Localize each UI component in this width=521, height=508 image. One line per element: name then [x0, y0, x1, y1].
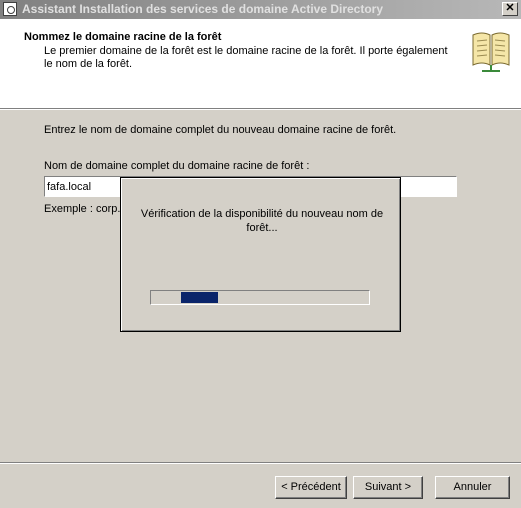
progress-bar — [150, 290, 370, 305]
domain-field-label: Nom de domaine complet du domaine racine… — [44, 160, 310, 172]
progress-message: Vérification de la disponibilité du nouv… — [140, 208, 384, 234]
wizard-header: Nommez le domaine racine de la forêt Le … — [0, 19, 521, 109]
server-icon — [3, 2, 17, 16]
header-divider — [0, 109, 521, 111]
page-description: Le premier domaine de la forêt est le do… — [44, 45, 448, 70]
instruction-text: Entrez le nom de domaine complet du nouv… — [44, 124, 397, 136]
book-icon — [472, 32, 510, 72]
cancel-button[interactable]: Annuler — [435, 476, 510, 499]
previous-button[interactable]: < Précédent — [275, 476, 347, 499]
footer-divider — [0, 462, 521, 464]
window-title: Assistant Installation des services de d… — [22, 2, 384, 16]
progress-bar-fill — [181, 292, 218, 303]
example-text: Exemple : corp.c — [44, 203, 126, 215]
next-button[interactable]: Suivant > — [353, 476, 423, 499]
title-bar: Assistant Installation des services de d… — [0, 0, 521, 19]
progress-dialog: Vérification de la disponibilité du nouv… — [120, 177, 401, 332]
close-button[interactable]: ✕ — [502, 2, 518, 16]
page-title: Nommez le domaine racine de la forêt — [24, 31, 222, 43]
